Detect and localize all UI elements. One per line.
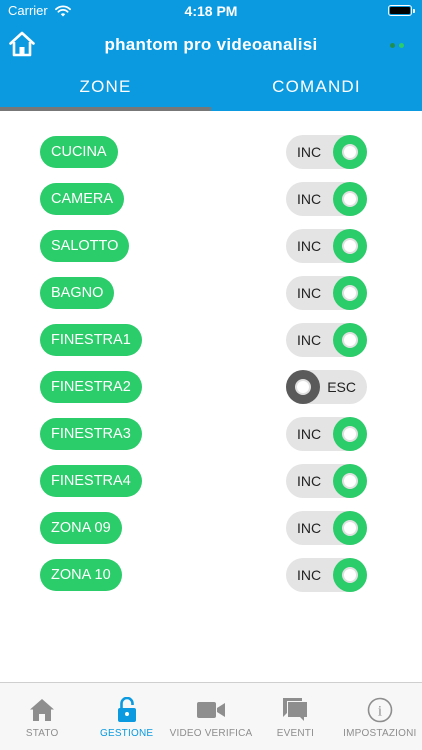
toggle-knob (333, 182, 367, 216)
tab-gestione[interactable]: GESTIONE (84, 683, 168, 750)
zone-row: CUCINA INC (0, 135, 422, 169)
toggle-knob (333, 558, 367, 592)
zone-row: FINESTRA2 ESC (0, 370, 422, 404)
zone-row: FINESTRA1 INC (0, 323, 422, 357)
zone-name-badge: BAGNO (40, 277, 115, 309)
tab-comandi[interactable]: COMANDI (211, 66, 422, 111)
zone-row: ZONA 09 INC (0, 511, 422, 545)
tab-video-verifica-label: VIDEO VERIFICA (169, 728, 253, 739)
zone-name-badge: FINESTRA4 (40, 465, 142, 497)
zone-state-label: INC (297, 426, 322, 442)
zone-name-badge: FINESTRA3 (40, 418, 142, 450)
zone-state-label: INC (297, 332, 322, 348)
tab-eventi-label: EVENTI (276, 728, 315, 739)
zone-state-label: INC (297, 567, 322, 583)
tab-impostazioni-label: IMPOSTAZIONI (343, 728, 417, 739)
zone-row: SALOTTO INC (0, 229, 422, 263)
zone-row: BAGNO INC (0, 276, 422, 310)
toggle-knob (333, 135, 367, 169)
bottom-tab-bar: STATO GESTIONE VIDEO VERIFICA EVENTI i I… (0, 682, 422, 750)
video-camera-icon (196, 697, 226, 723)
zone-row: CAMERA INC (0, 182, 422, 216)
zone-name-badge: ZONA 09 (40, 512, 122, 544)
toggle-knob (286, 370, 320, 404)
zone-toggle[interactable]: INC (286, 464, 367, 498)
toggle-knob (333, 464, 367, 498)
lock-icon (117, 697, 137, 723)
tab-video-verifica[interactable]: VIDEO VERIFICA (169, 683, 253, 750)
chat-bubbles-icon (281, 697, 309, 723)
zone-toggle[interactable]: INC (286, 511, 367, 545)
status-time: 4:18 PM (184, 3, 238, 19)
zone-toggle[interactable]: INC (286, 276, 367, 310)
zone-row: FINESTRA3 INC (0, 417, 422, 451)
zone-row: ZONA 10 INC (0, 558, 422, 592)
zone-name-badge: SALOTTO (40, 230, 130, 262)
toggle-knob (333, 229, 367, 263)
tab-gestione-label: GESTIONE (99, 728, 154, 739)
zone-row: FINESTRA4 INC (0, 464, 422, 498)
zone-name-badge: CUCINA (40, 136, 118, 168)
zone-state-label: INC (297, 191, 322, 207)
zone-state-label: ESC (327, 379, 356, 395)
connection-dot-1 (390, 43, 395, 48)
segment-tabs: ZONE COMANDI (0, 66, 422, 111)
connection-dot-2 (399, 43, 404, 48)
toggle-knob (333, 417, 367, 451)
toggle-knob (333, 276, 367, 310)
nav-bar: phantom pro videoanalisi (0, 22, 422, 66)
battery-icon (388, 5, 415, 16)
tab-stato[interactable]: STATO (0, 683, 84, 750)
app-title: phantom pro videoanalisi (104, 35, 318, 54)
zone-name-badge: FINESTRA2 (40, 371, 142, 403)
zone-name-badge: ZONA 10 (40, 559, 122, 591)
zone-name-badge: CAMERA (40, 183, 125, 215)
tab-stato-label: STATO (25, 728, 59, 739)
tab-eventi[interactable]: EVENTI (253, 683, 337, 750)
toggle-knob (333, 511, 367, 545)
zone-toggle[interactable]: INC (286, 558, 367, 592)
zone-toggle[interactable]: ESC (286, 370, 367, 404)
connection-indicator (390, 43, 404, 48)
tab-impostazioni[interactable]: i IMPOSTAZIONI (338, 683, 422, 750)
zone-state-label: INC (297, 144, 322, 160)
zone-state-label: INC (297, 473, 322, 489)
zone-state-label: INC (297, 285, 322, 301)
zone-toggle[interactable]: INC (286, 417, 367, 451)
zone-toggle[interactable]: INC (286, 182, 367, 216)
zone-toggle[interactable]: INC (286, 135, 367, 169)
zone-state-label: INC (297, 238, 322, 254)
home-icon (29, 697, 55, 723)
zone-name-badge: FINESTRA1 (40, 324, 142, 356)
toggle-knob (333, 323, 367, 357)
zone-toggle[interactable]: INC (286, 229, 367, 263)
zone-toggle[interactable]: INC (286, 323, 367, 357)
status-bar: Carrier 4:18 PM (0, 0, 422, 22)
tab-zone[interactable]: ZONE (0, 66, 211, 111)
svg-text:i: i (378, 704, 382, 720)
info-icon: i (367, 697, 393, 723)
zone-state-label: INC (297, 520, 322, 536)
